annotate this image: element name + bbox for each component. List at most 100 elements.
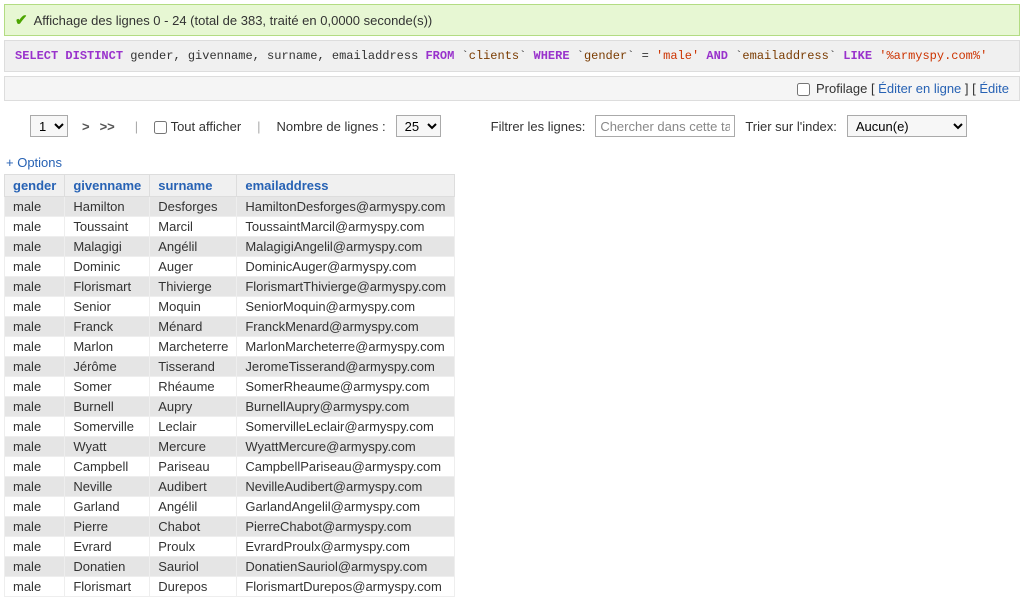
filter-input[interactable] <box>595 115 735 137</box>
table-cell: Leclair <box>150 417 237 437</box>
column-header-givenname[interactable]: givenname <box>65 175 150 197</box>
show-all-label[interactable]: Tout afficher <box>154 119 241 134</box>
table-cell: male <box>5 257 65 277</box>
table-cell: male <box>5 397 65 417</box>
table-row: maleMarlonMarcheterreMarlonMarcheterre@a… <box>5 337 455 357</box>
table-cell: Aupry <box>150 397 237 417</box>
table-cell: Somer <box>65 377 150 397</box>
table-cell: JeromeTisserand@armyspy.com <box>237 357 455 377</box>
table-cell: Rhéaume <box>150 377 237 397</box>
table-cell: Franck <box>65 317 150 337</box>
table-cell: male <box>5 497 65 517</box>
table-cell: Audibert <box>150 477 237 497</box>
table-cell: Hamilton <box>65 197 150 217</box>
table-cell: Neville <box>65 477 150 497</box>
table-cell: ToussaintMarcil@armyspy.com <box>237 217 455 237</box>
table-cell: CampbellPariseau@armyspy.com <box>237 457 455 477</box>
table-cell: male <box>5 357 65 377</box>
success-text: Affichage des lignes 0 - 24 (total de 38… <box>34 13 433 28</box>
table-cell: male <box>5 437 65 457</box>
table-cell: Malagigi <box>65 237 150 257</box>
table-cell: Jérôme <box>65 357 150 377</box>
table-cell: Donatien <box>65 557 150 577</box>
table-cell: Marlon <box>65 337 150 357</box>
sort-label: Trier sur l'index: <box>745 119 837 134</box>
table-cell: male <box>5 517 65 537</box>
rows-label: Nombre de lignes : <box>277 119 386 134</box>
options-link[interactable]: + Options <box>0 147 1024 174</box>
table-row: maleJérômeTisserandJeromeTisserand@armys… <box>5 357 455 377</box>
table-cell: Sauriol <box>150 557 237 577</box>
table-row: maleSomerRhéaumeSomerRheaume@armyspy.com <box>5 377 455 397</box>
table-cell: Burnell <box>65 397 150 417</box>
table-row: maleEvrardProulxEvrardProulx@armyspy.com <box>5 537 455 557</box>
page-select[interactable]: 1 <box>30 115 68 137</box>
sort-select[interactable]: Aucun(e) <box>847 115 967 137</box>
table-row: maleHamiltonDesforgesHamiltonDesforges@a… <box>5 197 455 217</box>
table-cell: NevilleAudibert@armyspy.com <box>237 477 455 497</box>
table-cell: Ménard <box>150 317 237 337</box>
table-row: maleDonatienSauriolDonatienSauriol@armys… <box>5 557 455 577</box>
table-cell: male <box>5 557 65 577</box>
table-row: maleWyattMercureWyattMercure@armyspy.com <box>5 437 455 457</box>
column-header-gender[interactable]: gender <box>5 175 65 197</box>
table-cell: FlorismartThivierge@armyspy.com <box>237 277 455 297</box>
table-row: maleFlorismartThiviergeFlorismartThivier… <box>5 277 455 297</box>
table-cell: Moquin <box>150 297 237 317</box>
table-cell: male <box>5 277 65 297</box>
table-cell: Toussaint <box>65 217 150 237</box>
results-table: gendergivennamesurnameemailaddress maleH… <box>4 174 455 597</box>
table-cell: Florismart <box>65 577 150 597</box>
show-all-checkbox[interactable] <box>154 121 167 134</box>
filter-label: Filtrer les lignes: <box>491 119 586 134</box>
table-row: maleFlorismartDureposFlorismartDurepos@a… <box>5 577 455 597</box>
rows-select[interactable]: 25 <box>396 115 441 137</box>
column-header-emailaddress[interactable]: emailaddress <box>237 175 455 197</box>
table-row: maleDominicAugerDominicAuger@armyspy.com <box>5 257 455 277</box>
table-cell: SeniorMoquin@armyspy.com <box>237 297 455 317</box>
table-cell: male <box>5 317 65 337</box>
table-cell: male <box>5 337 65 357</box>
table-cell: MalagigiAngelil@armyspy.com <box>237 237 455 257</box>
table-cell: Wyatt <box>65 437 150 457</box>
table-row: maleMalagigiAngélilMalagigiAngelil@armys… <box>5 237 455 257</box>
table-cell: Chabot <box>150 517 237 537</box>
table-cell: Senior <box>65 297 150 317</box>
column-header-surname[interactable]: surname <box>150 175 237 197</box>
edit-link[interactable]: Édite <box>979 81 1009 96</box>
table-row: maleSeniorMoquinSeniorMoquin@armyspy.com <box>5 297 455 317</box>
navigation-row: 1 > >> | Tout afficher | Nombre de ligne… <box>0 101 1024 147</box>
table-cell: Florismart <box>65 277 150 297</box>
table-cell: male <box>5 417 65 437</box>
table-cell: WyattMercure@armyspy.com <box>237 437 455 457</box>
table-cell: Auger <box>150 257 237 277</box>
table-row: maleToussaintMarcilToussaintMarcil@armys… <box>5 217 455 237</box>
success-message: ✔ Affichage des lignes 0 - 24 (total de … <box>4 4 1020 36</box>
table-cell: Pariseau <box>150 457 237 477</box>
table-cell: Tisserand <box>150 357 237 377</box>
table-row: maleGarlandAngélilGarlandAngelil@armyspy… <box>5 497 455 517</box>
profilage-checkbox[interactable] <box>797 83 810 96</box>
table-cell: PierreChabot@armyspy.com <box>237 517 455 537</box>
edit-inline-link[interactable]: Éditer en ligne <box>878 81 961 96</box>
table-row: maleCampbellPariseauCampbellPariseau@arm… <box>5 457 455 477</box>
table-cell: FlorismartDurepos@armyspy.com <box>237 577 455 597</box>
table-row: maleSomervilleLeclairSomervilleLeclair@a… <box>5 417 455 437</box>
table-cell: HamiltonDesforges@armyspy.com <box>237 197 455 217</box>
table-row: maleNevilleAudibertNevilleAudibert@armys… <box>5 477 455 497</box>
table-cell: Mercure <box>150 437 237 457</box>
last-page-button[interactable]: >> <box>100 119 115 134</box>
next-page-button[interactable]: > <box>82 119 90 134</box>
table-cell: male <box>5 457 65 477</box>
table-cell: FranckMenard@armyspy.com <box>237 317 455 337</box>
table-row: malePierreChabotPierreChabot@armyspy.com <box>5 517 455 537</box>
tools-bar: Profilage [ Éditer en ligne ] [ Édite <box>4 76 1020 101</box>
table-cell: male <box>5 197 65 217</box>
table-cell: Proulx <box>150 537 237 557</box>
table-cell: male <box>5 237 65 257</box>
table-cell: BurnellAupry@armyspy.com <box>237 397 455 417</box>
table-cell: male <box>5 577 65 597</box>
table-cell: Pierre <box>65 517 150 537</box>
table-cell: male <box>5 377 65 397</box>
profilage-label: Profilage <box>816 81 867 96</box>
